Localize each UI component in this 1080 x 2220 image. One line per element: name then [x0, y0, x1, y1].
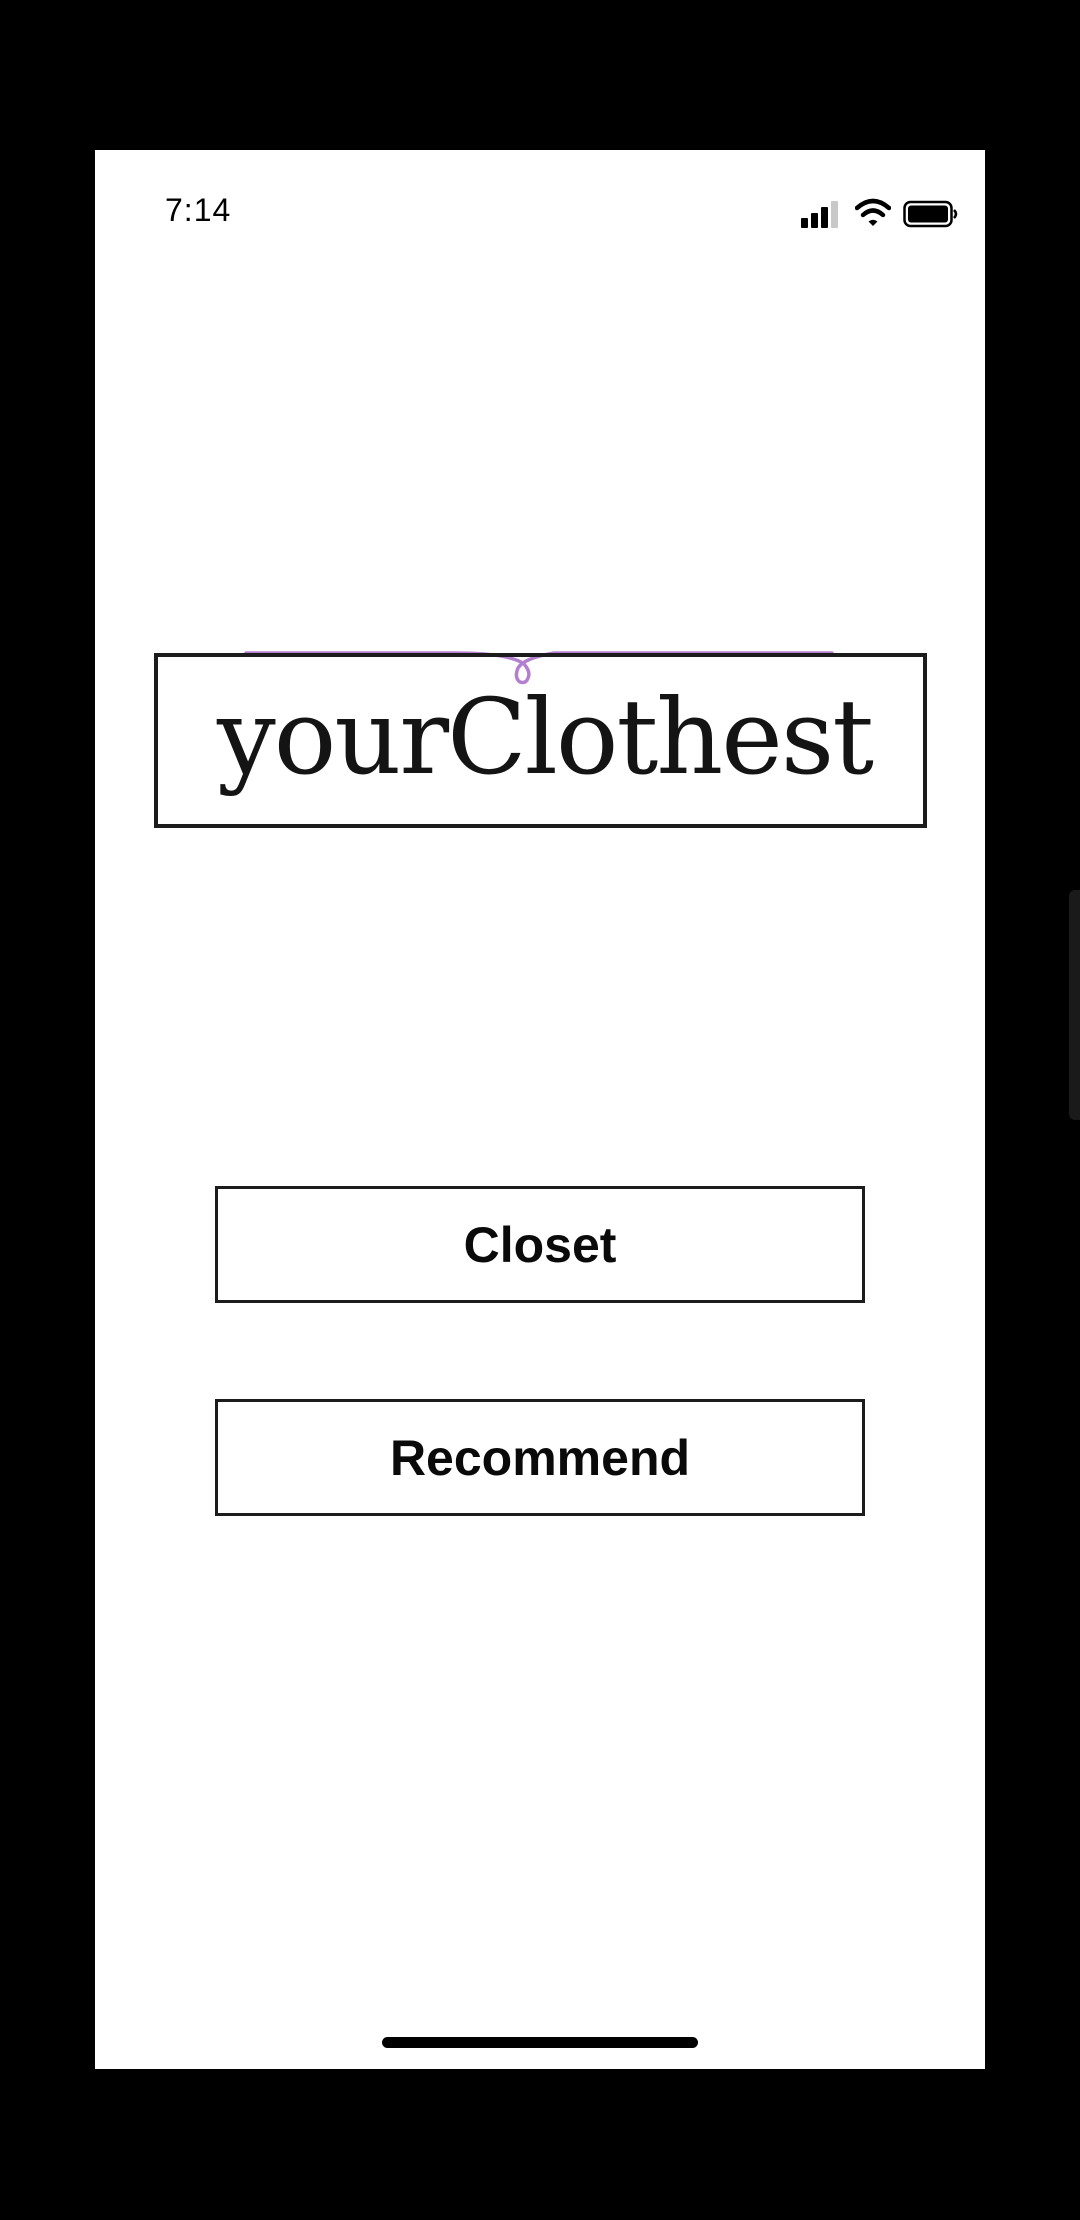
signal-bars-icon [801, 201, 838, 228]
status-bar: 7:14 [95, 150, 985, 280]
battery-icon [903, 200, 958, 228]
home-indicator[interactable] [382, 2037, 698, 2048]
device-frame: 7:14 yourClothest Closet Recommend [0, 0, 1080, 2220]
side-button [1069, 890, 1080, 1120]
app-logo: yourClothest [154, 653, 927, 828]
wifi-icon [855, 198, 891, 226]
recommend-button[interactable]: Recommend [215, 1399, 865, 1516]
closet-button[interactable]: Closet [215, 1186, 865, 1303]
app-screen: 7:14 yourClothest Closet Recommend [95, 150, 985, 2069]
status-time: 7:14 [165, 192, 232, 228]
app-logo-text: yourClothest [217, 676, 874, 798]
